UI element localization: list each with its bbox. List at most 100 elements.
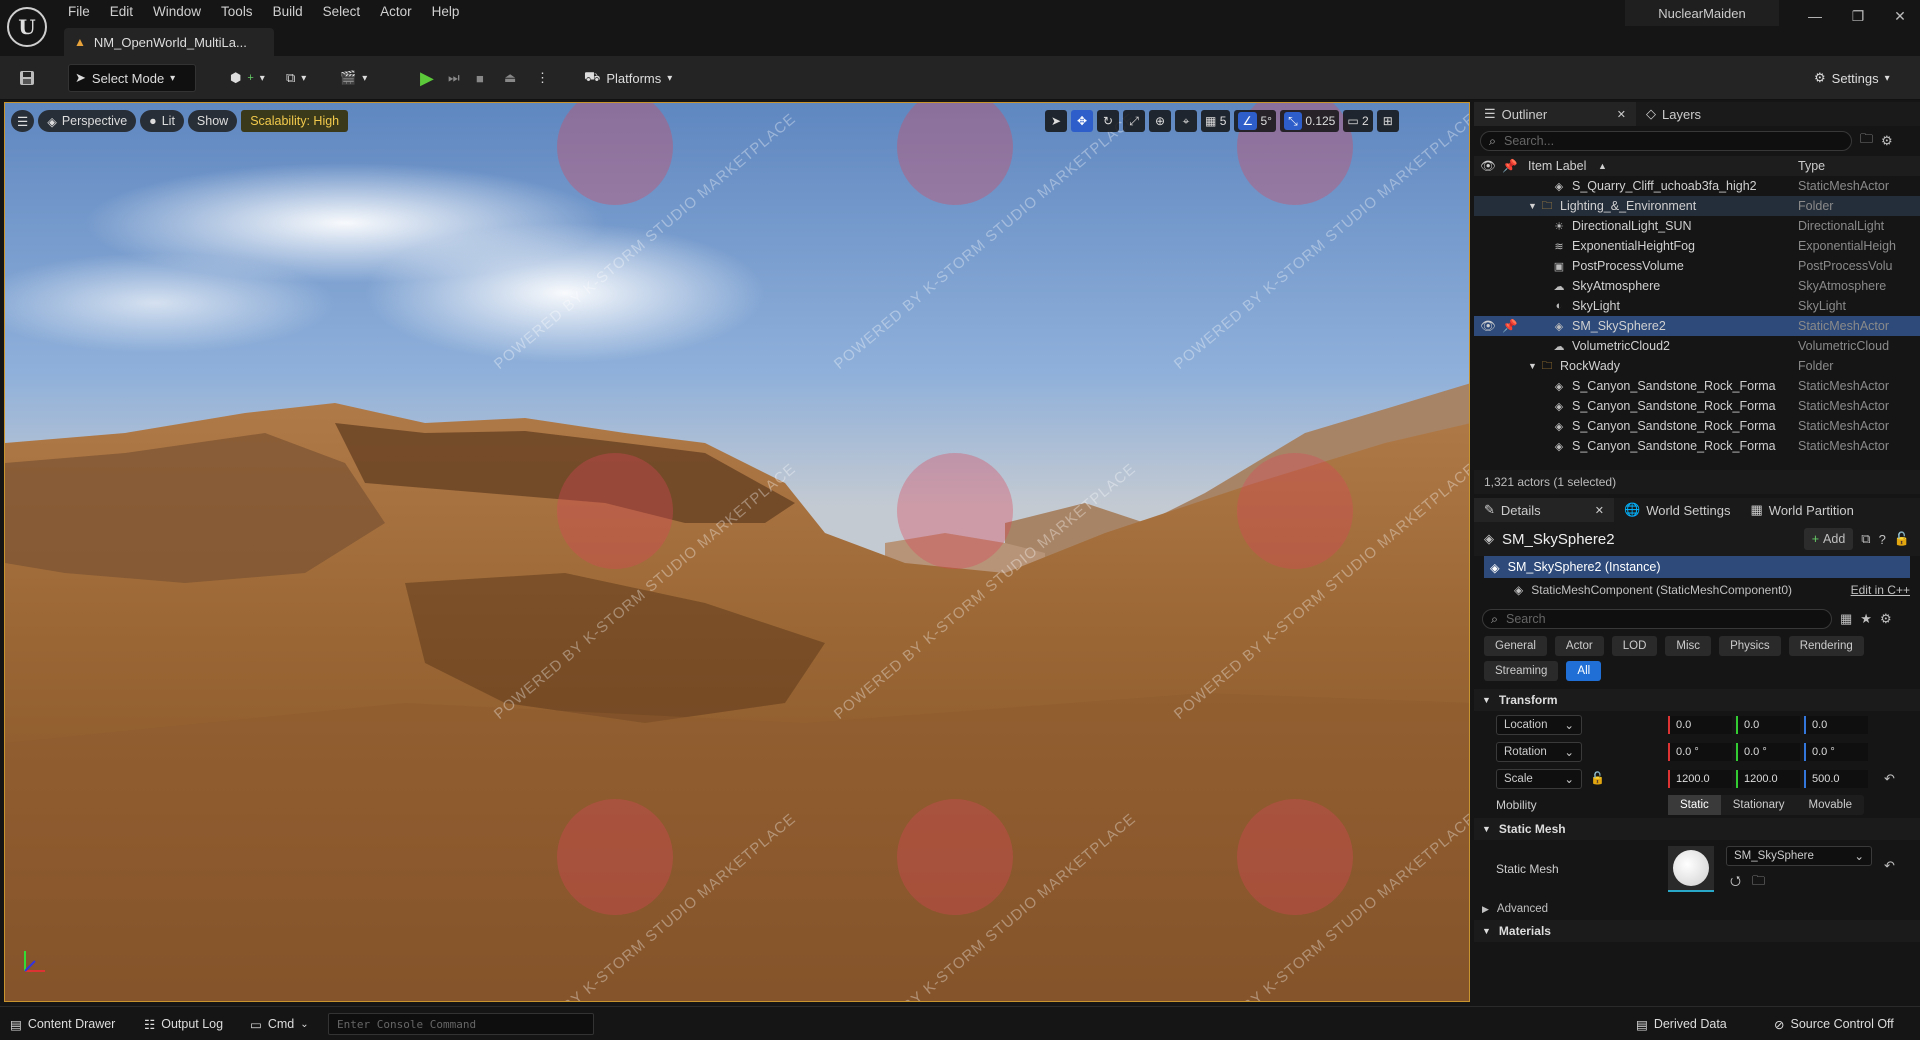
chevron-down-icon[interactable]: ▼ [1528,361,1537,371]
outliner-search-input[interactable]: ⌕ Search... [1480,131,1852,151]
blueprints-button[interactable]: ⧉ ▾ [280,64,312,92]
filter-lod[interactable]: LOD [1611,636,1658,656]
filter-general[interactable]: General [1484,636,1547,656]
unreal-logo-icon[interactable]: U [7,7,47,47]
cinematics-button[interactable]: 🎬 ▾ [334,64,373,92]
static-mesh-dropdown[interactable]: SM_SkySphere ⌄ [1726,846,1872,866]
visibility-icon[interactable]: 👁 [1480,159,1496,174]
minimize-icon[interactable]: — [1803,6,1827,26]
outliner-row[interactable]: ☁ VolumetricCloud2 VolumetricCloud [1474,336,1920,356]
rotation-snap-button[interactable]: ∠ 5° [1234,110,1276,132]
menu-tools[interactable]: Tools [211,2,263,22]
visibility-icon[interactable]: 👁 [1480,319,1496,334]
edit-in-cpp-link[interactable]: Edit in C++ [1851,583,1910,597]
outliner-row[interactable]: ▼ 🗀 RockWady Folder [1474,356,1920,376]
restore-icon[interactable]: ❐ [1846,6,1870,26]
scale-z[interactable]: 500.0 [1804,770,1868,788]
browse-icon[interactable]: 🗀 [1752,872,1765,894]
mobility-stationary[interactable]: Stationary [1721,795,1797,815]
menu-build[interactable]: Build [263,2,313,22]
use-selected-icon[interactable]: ⭯ [1730,872,1741,894]
level-tab[interactable]: ▲ NM_OpenWorld_MultiLa... [64,28,274,56]
menu-help[interactable]: Help [422,2,470,22]
outliner-row[interactable]: 👁 📌 ◈ SM_SkySphere2 StaticMeshActor [1474,316,1920,336]
column-item-label[interactable]: Item Label [1528,159,1586,173]
gear-icon[interactable]: ⚙ [1881,133,1893,149]
camera-speed-button[interactable]: ▭ 2 [1343,110,1373,132]
console-command-input[interactable]: Enter Console Command [328,1013,594,1035]
output-log-button[interactable]: ☷ Output Log [144,1013,223,1035]
pin-icon[interactable]: 📌 [1502,319,1518,334]
rotation-x[interactable]: 0.0 ° [1668,743,1732,761]
rotation-y[interactable]: 0.0 ° [1736,743,1800,761]
scale-tool-icon[interactable]: ⤢ [1123,110,1145,132]
actor-name[interactable]: SM_SkySphere2 [1502,531,1615,548]
select-mode-dropdown[interactable]: ➤ Select Mode ▾ [68,64,196,92]
menu-edit[interactable]: Edit [100,2,143,22]
platforms-dropdown[interactable]: ⛟ Platforms ▾ [578,64,678,92]
location-dropdown[interactable]: Location ⌄ [1496,715,1582,735]
translate-tool-icon[interactable]: ✥ [1071,110,1093,132]
close-icon[interactable]: ✕ [1617,108,1626,121]
mobility-static[interactable]: Static [1668,795,1721,815]
outliner-row[interactable]: ≋ ExponentialHeightFog ExponentialHeigh [1474,236,1920,256]
outliner-row[interactable]: ☀ DirectionalLight_SUN DirectionalLight [1474,216,1920,236]
play-options-button[interactable]: ⋮ [530,64,555,92]
show-button[interactable]: Show [187,110,238,132]
pin-icon[interactable]: 📌 [1502,159,1518,174]
blueprint-icon[interactable]: ⧉ [1861,531,1870,547]
add-folder-icon[interactable]: 🗀 [1860,130,1873,152]
add-actor-button[interactable]: ⬢ + ▾ [224,64,271,92]
filter-all[interactable]: All [1566,661,1602,681]
lit-button[interactable]: ● Lit [140,110,184,132]
filter-misc[interactable]: Misc [1665,636,1712,656]
menu-window[interactable]: Window [143,2,211,22]
scale-snap-button[interactable]: ⤡ 0.125 [1279,110,1340,132]
filter-rendering[interactable]: Rendering [1788,636,1864,656]
column-type[interactable]: Type [1798,159,1825,173]
advanced-section-header[interactable]: ▶ Advanced [1474,898,1920,920]
outliner-row[interactable]: ◈ S_Canyon_Sandstone_Rock_Forma StaticMesh… [1474,416,1920,436]
instance-row[interactable]: ◈ SM_SkySphere2 (Instance) [1484,556,1910,578]
menu-select[interactable]: Select [313,2,371,22]
settings-dropdown[interactable]: ⚙ Settings ▾ [1808,64,1896,92]
lock-icon[interactable]: 🔓 [1590,771,1605,785]
help-icon[interactable]: ? [1879,532,1886,547]
table-view-icon[interactable]: ▦ [1840,611,1852,627]
scale-y[interactable]: 1200.0 [1736,770,1800,788]
component-row[interactable]: ◈ StaticMeshComponent (StaticMeshCompone… [1484,578,1910,602]
grid-snap-button[interactable]: ▦ 5 [1201,110,1231,132]
outliner-row[interactable]: ▼ 🗀 Lighting_&_Environment Folder [1474,196,1920,216]
static-mesh-section-header[interactable]: ▼ Static Mesh [1474,818,1920,840]
user-name[interactable]: NuclearMaiden [1625,0,1779,26]
mesh-thumbnail[interactable] [1668,846,1714,892]
outliner-row[interactable]: ☁ SkyAtmosphere SkyAtmosphere [1474,276,1920,296]
surface-snap-icon[interactable]: ⌖ [1175,110,1197,132]
close-icon[interactable]: ✕ [1888,6,1912,26]
tab-layers[interactable]: ◇ Layers [1636,102,1711,126]
outliner-row[interactable]: ◈ S_Canyon_Sandstone_Rock_Forma StaticMesh… [1474,396,1920,416]
rotate-tool-icon[interactable]: ↻ [1097,110,1119,132]
transform-section-header[interactable]: ▼ Transform [1474,689,1920,711]
scalability-warning[interactable]: Scalability: High [241,110,349,132]
scale-x[interactable]: 1200.0 [1668,770,1732,788]
scale-dropdown[interactable]: Scale ⌄ [1496,769,1582,789]
add-component-button[interactable]: + Add [1803,528,1854,550]
level-viewport[interactable]: POWERED BY K-STORM STUDIO MARKETPLACE PO… [4,102,1470,1002]
filter-actor[interactable]: Actor [1554,636,1604,656]
advance-frame-button[interactable]: ⏭ [442,64,466,92]
viewport-layout-icon[interactable]: ⊞ [1376,110,1399,132]
materials-section-header[interactable]: ▼ Materials [1474,920,1920,942]
location-x[interactable]: 0.0 [1668,716,1732,734]
derived-data-button[interactable]: ▤ Derived Data [1636,1013,1727,1035]
tab-world-partition[interactable]: ▦ World Partition [1740,498,1863,522]
rotation-z[interactable]: 0.0 ° [1804,743,1868,761]
outliner-row[interactable]: ◈ S_Canyon_Sandstone_Rock_Forma StaticMesh… [1474,376,1920,396]
reset-icon[interactable]: ↶ [1884,858,1895,874]
filter-streaming[interactable]: Streaming [1484,661,1559,681]
star-icon[interactable]: ★ [1860,611,1872,627]
eject-button[interactable]: ⏏ [498,64,522,92]
tab-details[interactable]: ✎ Details ✕ [1474,498,1614,522]
outliner-row[interactable]: ▣ PostProcessVolume PostProcessVolu [1474,256,1920,276]
close-icon[interactable]: ✕ [1595,504,1604,517]
